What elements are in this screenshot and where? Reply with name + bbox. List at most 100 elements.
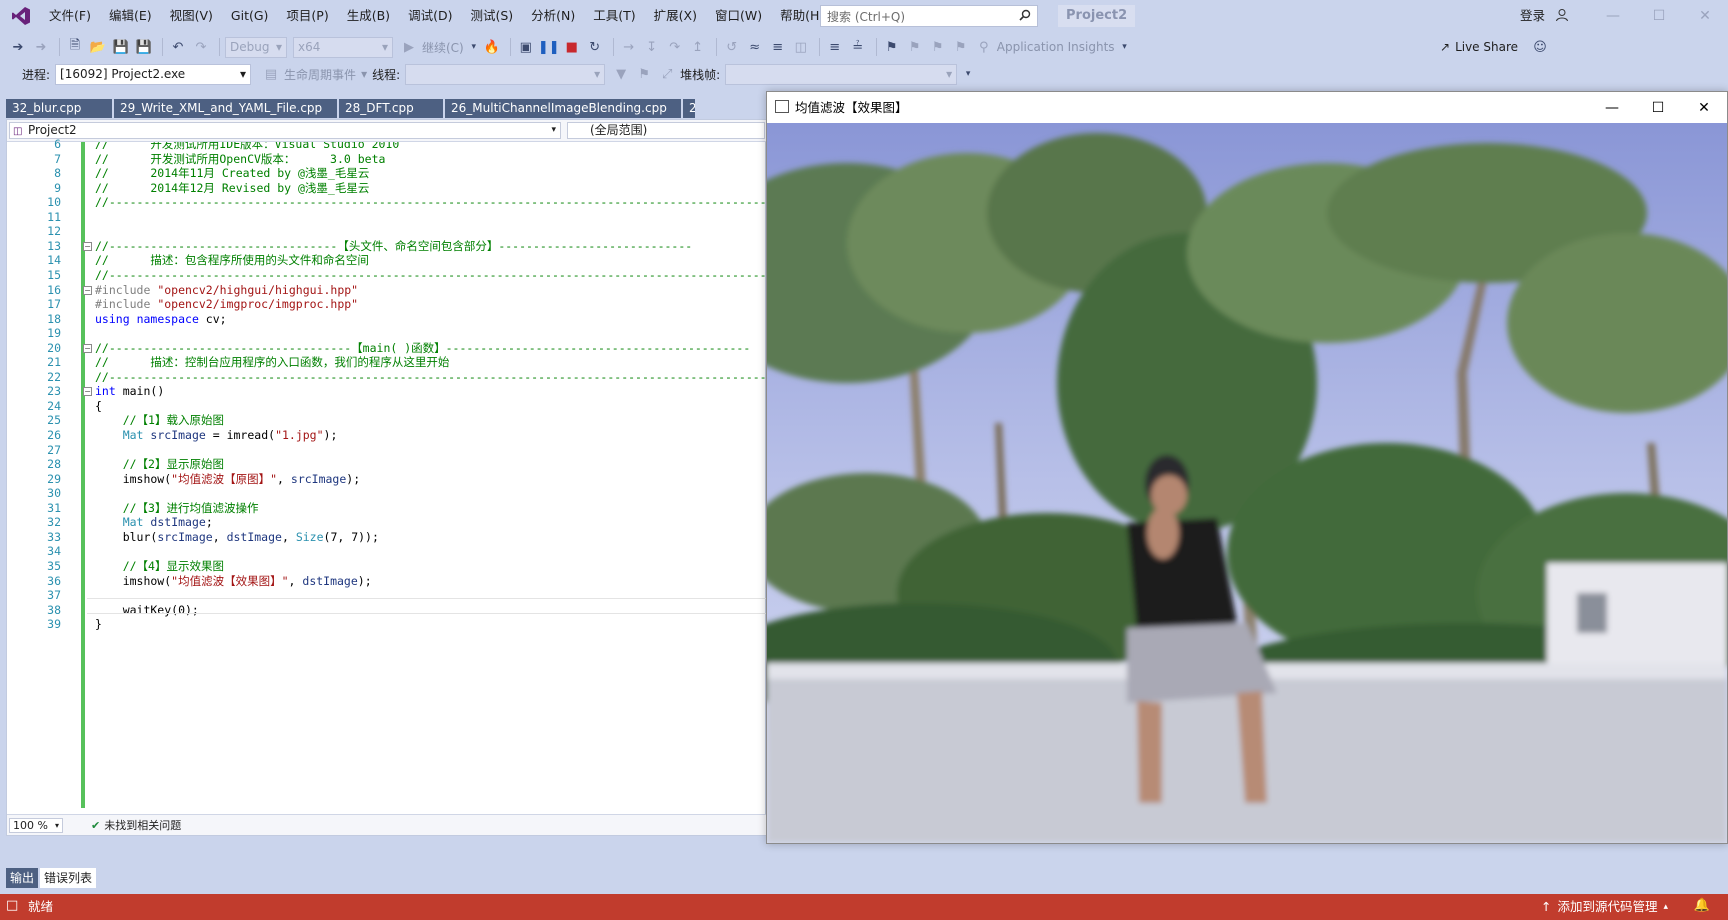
project-dropdown[interactable]: ◫ Project2 ▾ [9,122,561,139]
platform-dropdown[interactable]: x64 ▾ [293,36,393,58]
maximize-button[interactable]: ☐ [1636,0,1682,32]
panel-splitter[interactable] [0,858,1728,862]
output-tab[interactable]: 输出 [6,868,39,888]
stack-icon[interactable]: ≡ [768,36,788,58]
login-link[interactable]: 登录 [1520,0,1545,32]
thread-dropdown[interactable]: ▾ [405,63,606,85]
chevron-down-icon[interactable]: ▾ [963,63,973,85]
lifecycle-icon[interactable]: ▤ [261,63,281,85]
menu-item[interactable]: 生成(B) [338,0,399,32]
expand-icon[interactable]: ⤢ [657,63,677,85]
chevron-down-icon[interactable]: ▾ [361,67,367,81]
image-window-minimize-button[interactable]: — [1589,92,1635,123]
code-line[interactable]: //--------------------------------------… [95,194,767,210]
minimize-button[interactable]: — [1590,0,1636,32]
document-tab[interactable]: 26_MultiChannelImageBlending.cpp [445,99,681,118]
code-text-area[interactable]: // 开发测试所用IDE版本：Visual Studio 2010// 开发测试… [95,142,767,814]
code-line[interactable]: using namespace cv; [95,311,227,327]
step-out-icon[interactable]: ↥ [688,36,708,58]
restart-icon[interactable]: ↻ [585,36,605,58]
document-tab[interactable]: 29_Write_XML_and_YAML_File.cpp [114,99,337,118]
menu-item[interactable]: 工具(T) [584,0,644,32]
pause-icon[interactable]: ❚❚ [538,36,560,58]
image-window-close-button[interactable]: ✕ [1681,92,1727,123]
code-editor[interactable]: ◫ Project2 ▾ (全局范围) 6 7 8 9 10 11 12 13 14 15 16 17… [6,119,767,836]
screenshot-icon[interactable]: ▣ [516,36,536,58]
show-next-statement-icon[interactable]: → [619,36,639,58]
hex-display-icon[interactable]: ↺ [722,36,742,58]
menu-item[interactable]: 项目(P) [277,0,337,32]
collapse-toggle-icon[interactable]: − [83,285,92,295]
stop-icon[interactable]: ■ [562,36,582,58]
menu-item[interactable]: 分析(N) [522,0,584,32]
code-line[interactable]: } [95,616,102,632]
menu-item[interactable]: 调试(D) [399,0,461,32]
issues-indicator[interactable]: ✔ 未找到相关问题 [91,818,181,833]
continue-button[interactable]: 继续(C) [422,39,464,56]
location-icon[interactable]: ⚲ [974,36,994,58]
bookmark-icon[interactable]: ⚑ [882,36,902,58]
chevron-down-icon[interactable]: ▾ [1120,36,1130,58]
collapse-toggle-icon[interactable]: − [83,387,92,397]
code-line[interactable]: blur(srcImage, dstImage, Size(7, 7)); [95,529,379,545]
add-to-source-control-button[interactable]: ↑ 添加到源代码管理 ▴ [1541,894,1668,920]
menu-item[interactable]: 视图(V) [161,0,222,32]
flag-icon[interactable]: ⚑ [634,63,654,85]
code-line[interactable]: int main() [95,383,164,399]
configuration-dropdown[interactable]: Debug ▾ [225,36,287,58]
application-insights-button[interactable]: Application Insights [997,40,1115,54]
save-all-icon[interactable]: 💾 [134,36,154,58]
code-line[interactable]: //--------------------------------------… [95,369,767,385]
live-share-button[interactable]: ↗ Live Share [1440,34,1518,60]
code-line[interactable]: Mat srcImage = imread("1.jpg"); [95,427,338,443]
document-tab[interactable]: 28_DFT.cpp [339,99,443,118]
code-line[interactable]: imshow("均值滤波【效果图】", dstImage); [95,573,372,589]
save-icon[interactable]: 💾 [111,36,131,58]
notifications-icon[interactable]: 🔔 [1694,898,1710,913]
prev-bookmark-icon[interactable]: ⚑ [905,36,925,58]
scope-dropdown[interactable]: (全局范围) [567,122,765,139]
menu-item[interactable]: 测试(S) [461,0,522,32]
menu-item[interactable]: 文件(F) [40,0,100,32]
filter-icon[interactable]: ▼ [611,63,631,85]
close-button[interactable]: ✕ [1682,0,1728,32]
parallel-stacks-icon[interactable]: ◫ [791,36,811,58]
menu-item[interactable]: Git(G) [222,0,278,32]
share-icon: ↗ [1440,40,1451,54]
next-bookmark-icon[interactable]: ⚑ [928,36,948,58]
document-tab[interactable]: 32_blur.cpp [6,99,112,118]
collapse-toggle-icon[interactable]: − [83,343,92,353]
feedback-icon[interactable]: ☺ [1530,36,1550,58]
menu-item[interactable]: 扩展(X) [645,0,706,32]
lifecycle-events-button[interactable]: 生命周期事件 [284,66,356,83]
undo-icon[interactable]: ↶ [168,36,188,58]
error-list-tab[interactable]: 错误列表 [40,868,97,888]
clear-bookmarks-icon[interactable]: ⚑ [951,36,971,58]
new-project-icon[interactable]: 🗎 [65,36,85,58]
open-file-icon[interactable]: 📂 [88,36,108,58]
menu-item[interactable]: 编辑(E) [100,0,161,32]
thread-icon[interactable]: ≈ [745,36,765,58]
process-dropdown[interactable]: [16092] Project2.exe ▾ [55,63,252,85]
hot-reload-icon[interactable]: 🔥 [482,36,502,58]
chevron-down-icon[interactable]: ▾ [469,36,479,58]
play-icon[interactable]: ▶ [399,36,419,58]
collapse-toggle-icon[interactable]: − [83,241,92,251]
step-over-icon[interactable]: ↷ [665,36,685,58]
opencv-image-window[interactable]: 均值滤波【效果图】 — ☐ ✕ [766,91,1728,844]
menu-item[interactable]: 窗口(W) [706,0,771,32]
image-window-maximize-button[interactable]: ☐ [1635,92,1681,123]
redo-icon[interactable]: ↷ [191,36,211,58]
zoom-dropdown[interactable]: 100 % ▾ [9,818,63,833]
stackframe-dropdown[interactable]: ▾ [725,63,958,85]
forward-icon[interactable]: ➜ [31,36,51,58]
step-into-icon[interactable]: ↧ [642,36,662,58]
back-icon[interactable]: ➔ [8,36,28,58]
uncomment-icon[interactable]: ≟ [848,36,868,58]
user-icon[interactable] [1555,8,1569,25]
image-window-title-bar[interactable]: 均值滤波【效果图】 — ☐ ✕ [767,92,1727,123]
search-box[interactable]: 搜索 (Ctrl+Q) [820,5,1038,27]
comment-icon[interactable]: ≡ [825,36,845,58]
code-line[interactable]: imshow("均值滤波【原图】", srcImage); [95,471,360,487]
document-tab[interactable]: 2 [683,99,695,118]
